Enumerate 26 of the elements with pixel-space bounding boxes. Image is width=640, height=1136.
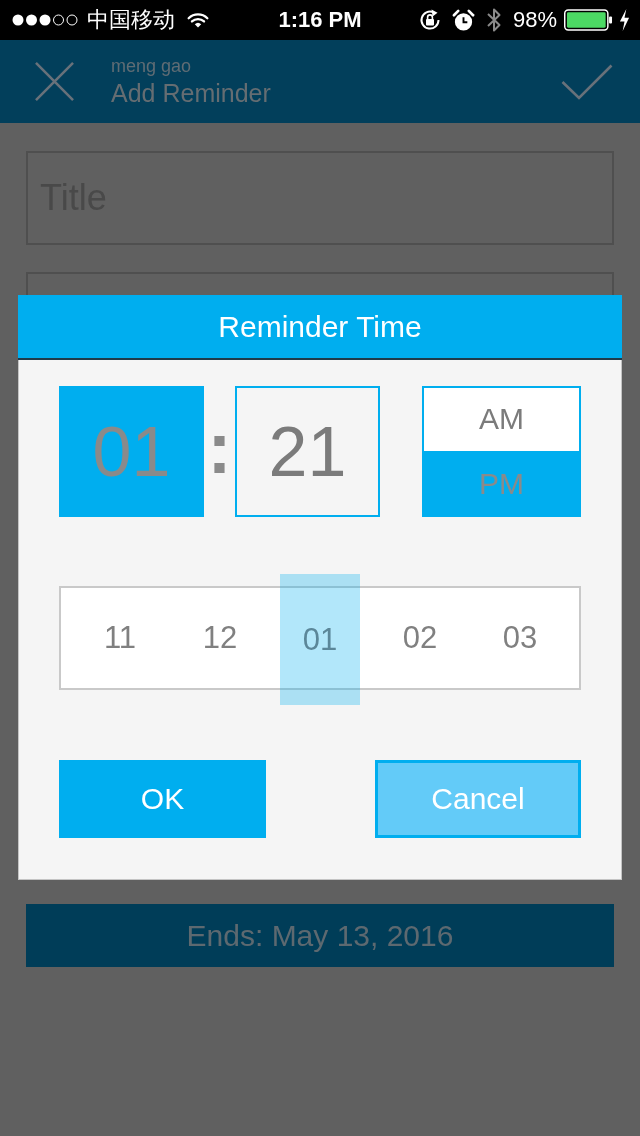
dialog-title: Reminder Time xyxy=(18,295,622,360)
period-option[interactable]: AM xyxy=(422,386,581,453)
checkmark-icon[interactable] xyxy=(561,63,613,100)
bluetooth-icon xyxy=(484,6,503,34)
ok-button[interactable]: OK xyxy=(59,760,266,838)
hour-option[interactable]: 11 xyxy=(80,586,160,690)
signal-icon xyxy=(12,14,78,26)
hour-option[interactable]: 12 xyxy=(180,586,260,690)
carrier-name: 中国移动 xyxy=(87,7,175,33)
rotation-lock-icon xyxy=(417,8,442,32)
alarm-clock-icon xyxy=(451,8,475,32)
hour-option[interactable]: 02 xyxy=(380,586,460,690)
battery-percentage: 98% xyxy=(512,7,557,33)
close-icon[interactable] xyxy=(34,61,75,102)
minute-selector[interactable]: 21 xyxy=(235,386,380,517)
hour-picker[interactable] xyxy=(59,586,581,690)
screen-title: Add Reminder xyxy=(111,77,271,109)
hour-option[interactable]: 03 xyxy=(480,586,560,690)
battery-icon xyxy=(564,9,613,31)
wifi-icon xyxy=(187,12,209,28)
hour-option[interactable]: 01 xyxy=(280,574,360,705)
end-date-button[interactable]: Ends: May 13, 2016 xyxy=(26,904,614,967)
time-separator: : xyxy=(206,406,233,490)
clock-time: 1:16 PM xyxy=(278,7,362,33)
account-name: meng gao xyxy=(111,54,192,77)
charging-bolt-icon xyxy=(619,9,630,31)
